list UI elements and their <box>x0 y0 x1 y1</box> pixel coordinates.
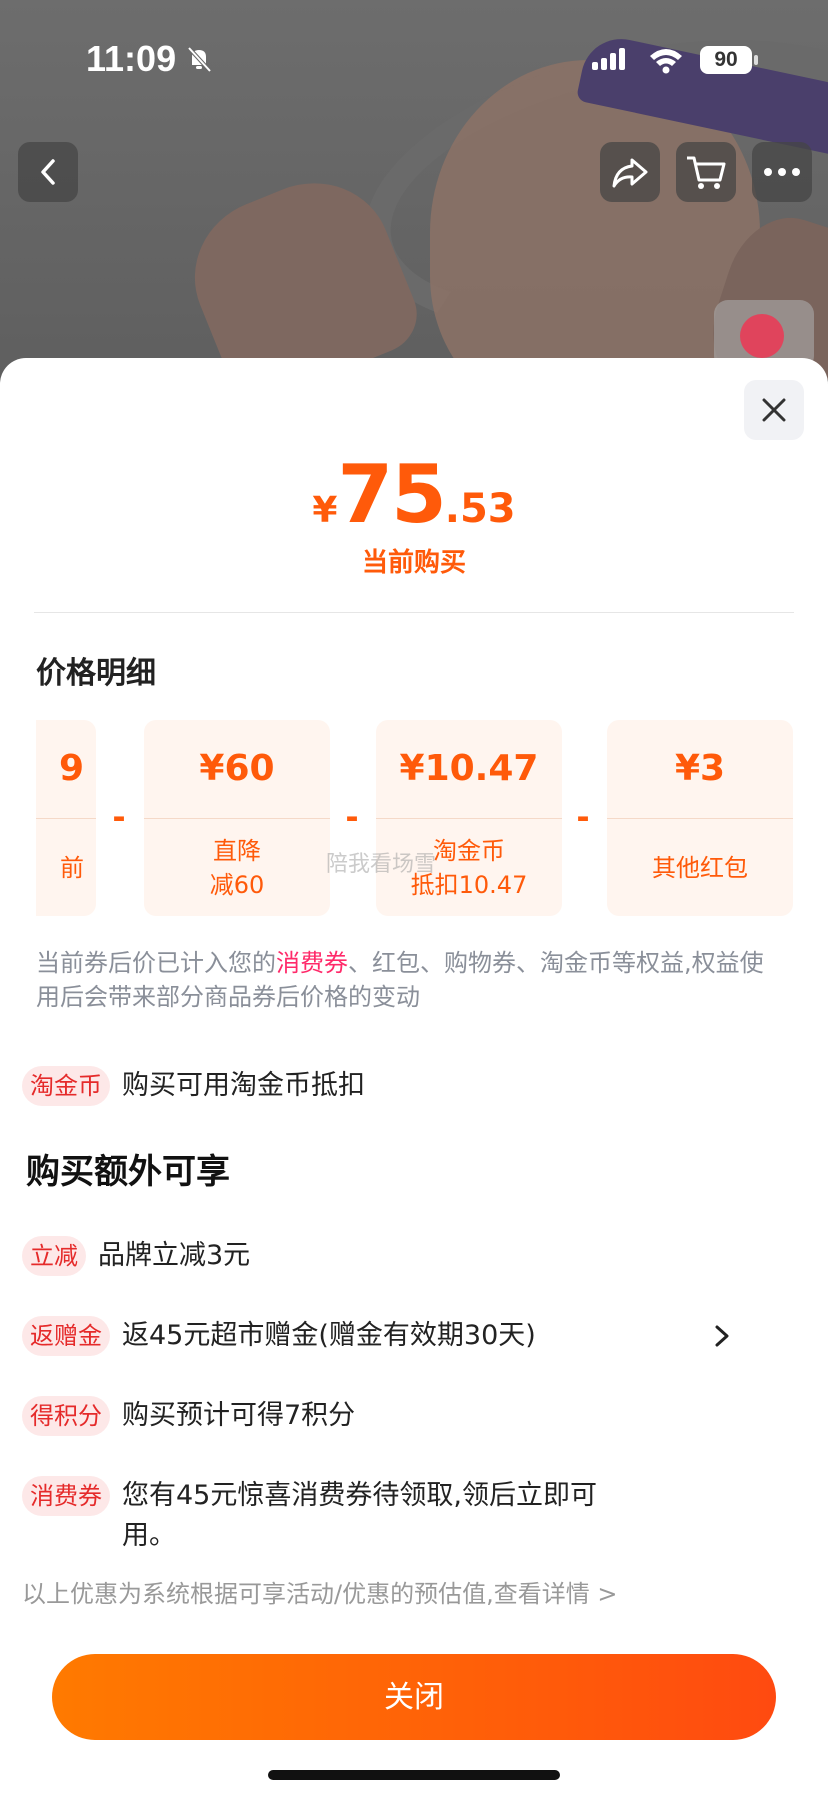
home-indicator <box>268 1770 560 1780</box>
card-amount: 9 <box>36 720 96 819</box>
cart-button[interactable] <box>676 142 736 202</box>
price-breakdown-cards: 9 前 - ¥60 直降 减60 - ¥10.47 淘金币 抵扣10.47 - … <box>36 720 796 916</box>
minus-sign: - <box>576 798 590 836</box>
share-icon <box>612 158 648 188</box>
status-bar: 11:09 90 <box>0 0 828 120</box>
card-desc-line: 直降 <box>213 837 261 865</box>
current-price: ¥75.53 <box>0 448 828 541</box>
card-desc-line: 减60 <box>209 871 265 899</box>
breakdown-card: ¥10.47 淘金币 抵扣10.47 <box>376 720 562 916</box>
price-detail-sheet: ¥75.53 当前购买 价格明细 9 前 - ¥60 直降 减60 - ¥10.… <box>0 358 828 1796</box>
discount-tag: 立减 <box>22 1236 86 1276</box>
price-integer: 75 <box>337 448 446 541</box>
breakdown-card: ¥3 其他红包 <box>607 720 793 916</box>
live-icon <box>740 314 784 358</box>
signal-icon <box>592 48 628 70</box>
card-desc-line: 其他红包 <box>652 854 748 882</box>
card-amount: ¥3 <box>607 720 793 819</box>
back-icon <box>41 159 55 185</box>
breakdown-title: 价格明细 <box>36 656 156 691</box>
extras-title: 购买额外可享 <box>26 1152 230 1192</box>
card-desc-line: 前 <box>60 854 84 882</box>
more-button[interactable] <box>752 142 812 202</box>
points-tag: 得积分 <box>22 1396 110 1436</box>
coupon-text-line: 您有45元惊喜消费券待领取,领后立即可 <box>122 1480 597 1511</box>
note-highlight-link[interactable]: 消费券 <box>276 949 348 977</box>
cart-icon <box>687 156 726 189</box>
status-time: 11:09 <box>86 38 177 79</box>
back-button[interactable] <box>18 142 78 202</box>
minus-sign: - <box>345 798 359 836</box>
disclaimer-link[interactable]: 以上优惠为系统根据可享活动/优惠的预估值,查看详情 > <box>22 1574 617 1609</box>
extra-item-discount: 立减 品牌立减3元 <box>22 1236 782 1276</box>
rebate-tag: 返赠金 <box>22 1316 110 1356</box>
price-currency: ¥ <box>312 490 338 531</box>
minus-sign: - <box>112 798 126 836</box>
divider <box>34 612 794 613</box>
extra-item-points: 得积分 购买预计可得7积分 <box>22 1396 782 1436</box>
extra-item-coupon: 消费券 您有45元惊喜消费券待领取,领后立即可 用。 <box>22 1476 782 1556</box>
close-sheet-button[interactable] <box>744 380 804 440</box>
chevron-right-icon <box>715 1325 729 1347</box>
mute-bell-icon <box>187 46 212 73</box>
card-desc-line: 淘金币 <box>433 837 505 865</box>
price-label: 当前购买 <box>361 548 466 578</box>
note-prefix: 当前券后价已计入您的 <box>36 949 276 977</box>
share-button[interactable] <box>600 142 660 202</box>
card-amount: ¥60 <box>144 720 330 819</box>
rebate-text: 返45元超市赠金(赠金有效期30天) <box>122 1320 536 1351</box>
price-decimal: .53 <box>444 486 516 532</box>
extra-item-rebate[interactable]: 返赠金 返45元超市赠金(赠金有效期30天) <box>22 1316 782 1356</box>
breakdown-note: 当前券后价已计入您的消费券、红包、购物券、淘金币等权益,权益使用后会带来部分商品… <box>36 946 776 1014</box>
close-button[interactable]: 关闭 <box>52 1654 776 1740</box>
discount-text: 品牌立减3元 <box>98 1240 251 1271</box>
taojinbi-row: 淘金币 购买可用淘金币抵扣 <box>22 1066 782 1106</box>
breakdown-card: ¥60 直降 减60 <box>144 720 330 916</box>
watermark: 陪我看场雪 <box>326 852 437 877</box>
wifi-icon <box>650 49 682 74</box>
breakdown-card: 9 前 <box>36 720 96 916</box>
more-icon <box>764 168 800 176</box>
battery-indicator: 90 <box>700 46 758 74</box>
card-amount: ¥10.47 <box>376 720 562 819</box>
points-text: 购买预计可得7积分 <box>122 1400 356 1431</box>
taojinbi-text: 购买可用淘金币抵扣 <box>122 1070 365 1101</box>
close-icon <box>762 398 786 422</box>
taojinbi-tag: 淘金币 <box>22 1066 110 1106</box>
coupon-tag: 消费券 <box>22 1476 110 1516</box>
coupon-text-line: 用。 <box>122 1520 176 1551</box>
